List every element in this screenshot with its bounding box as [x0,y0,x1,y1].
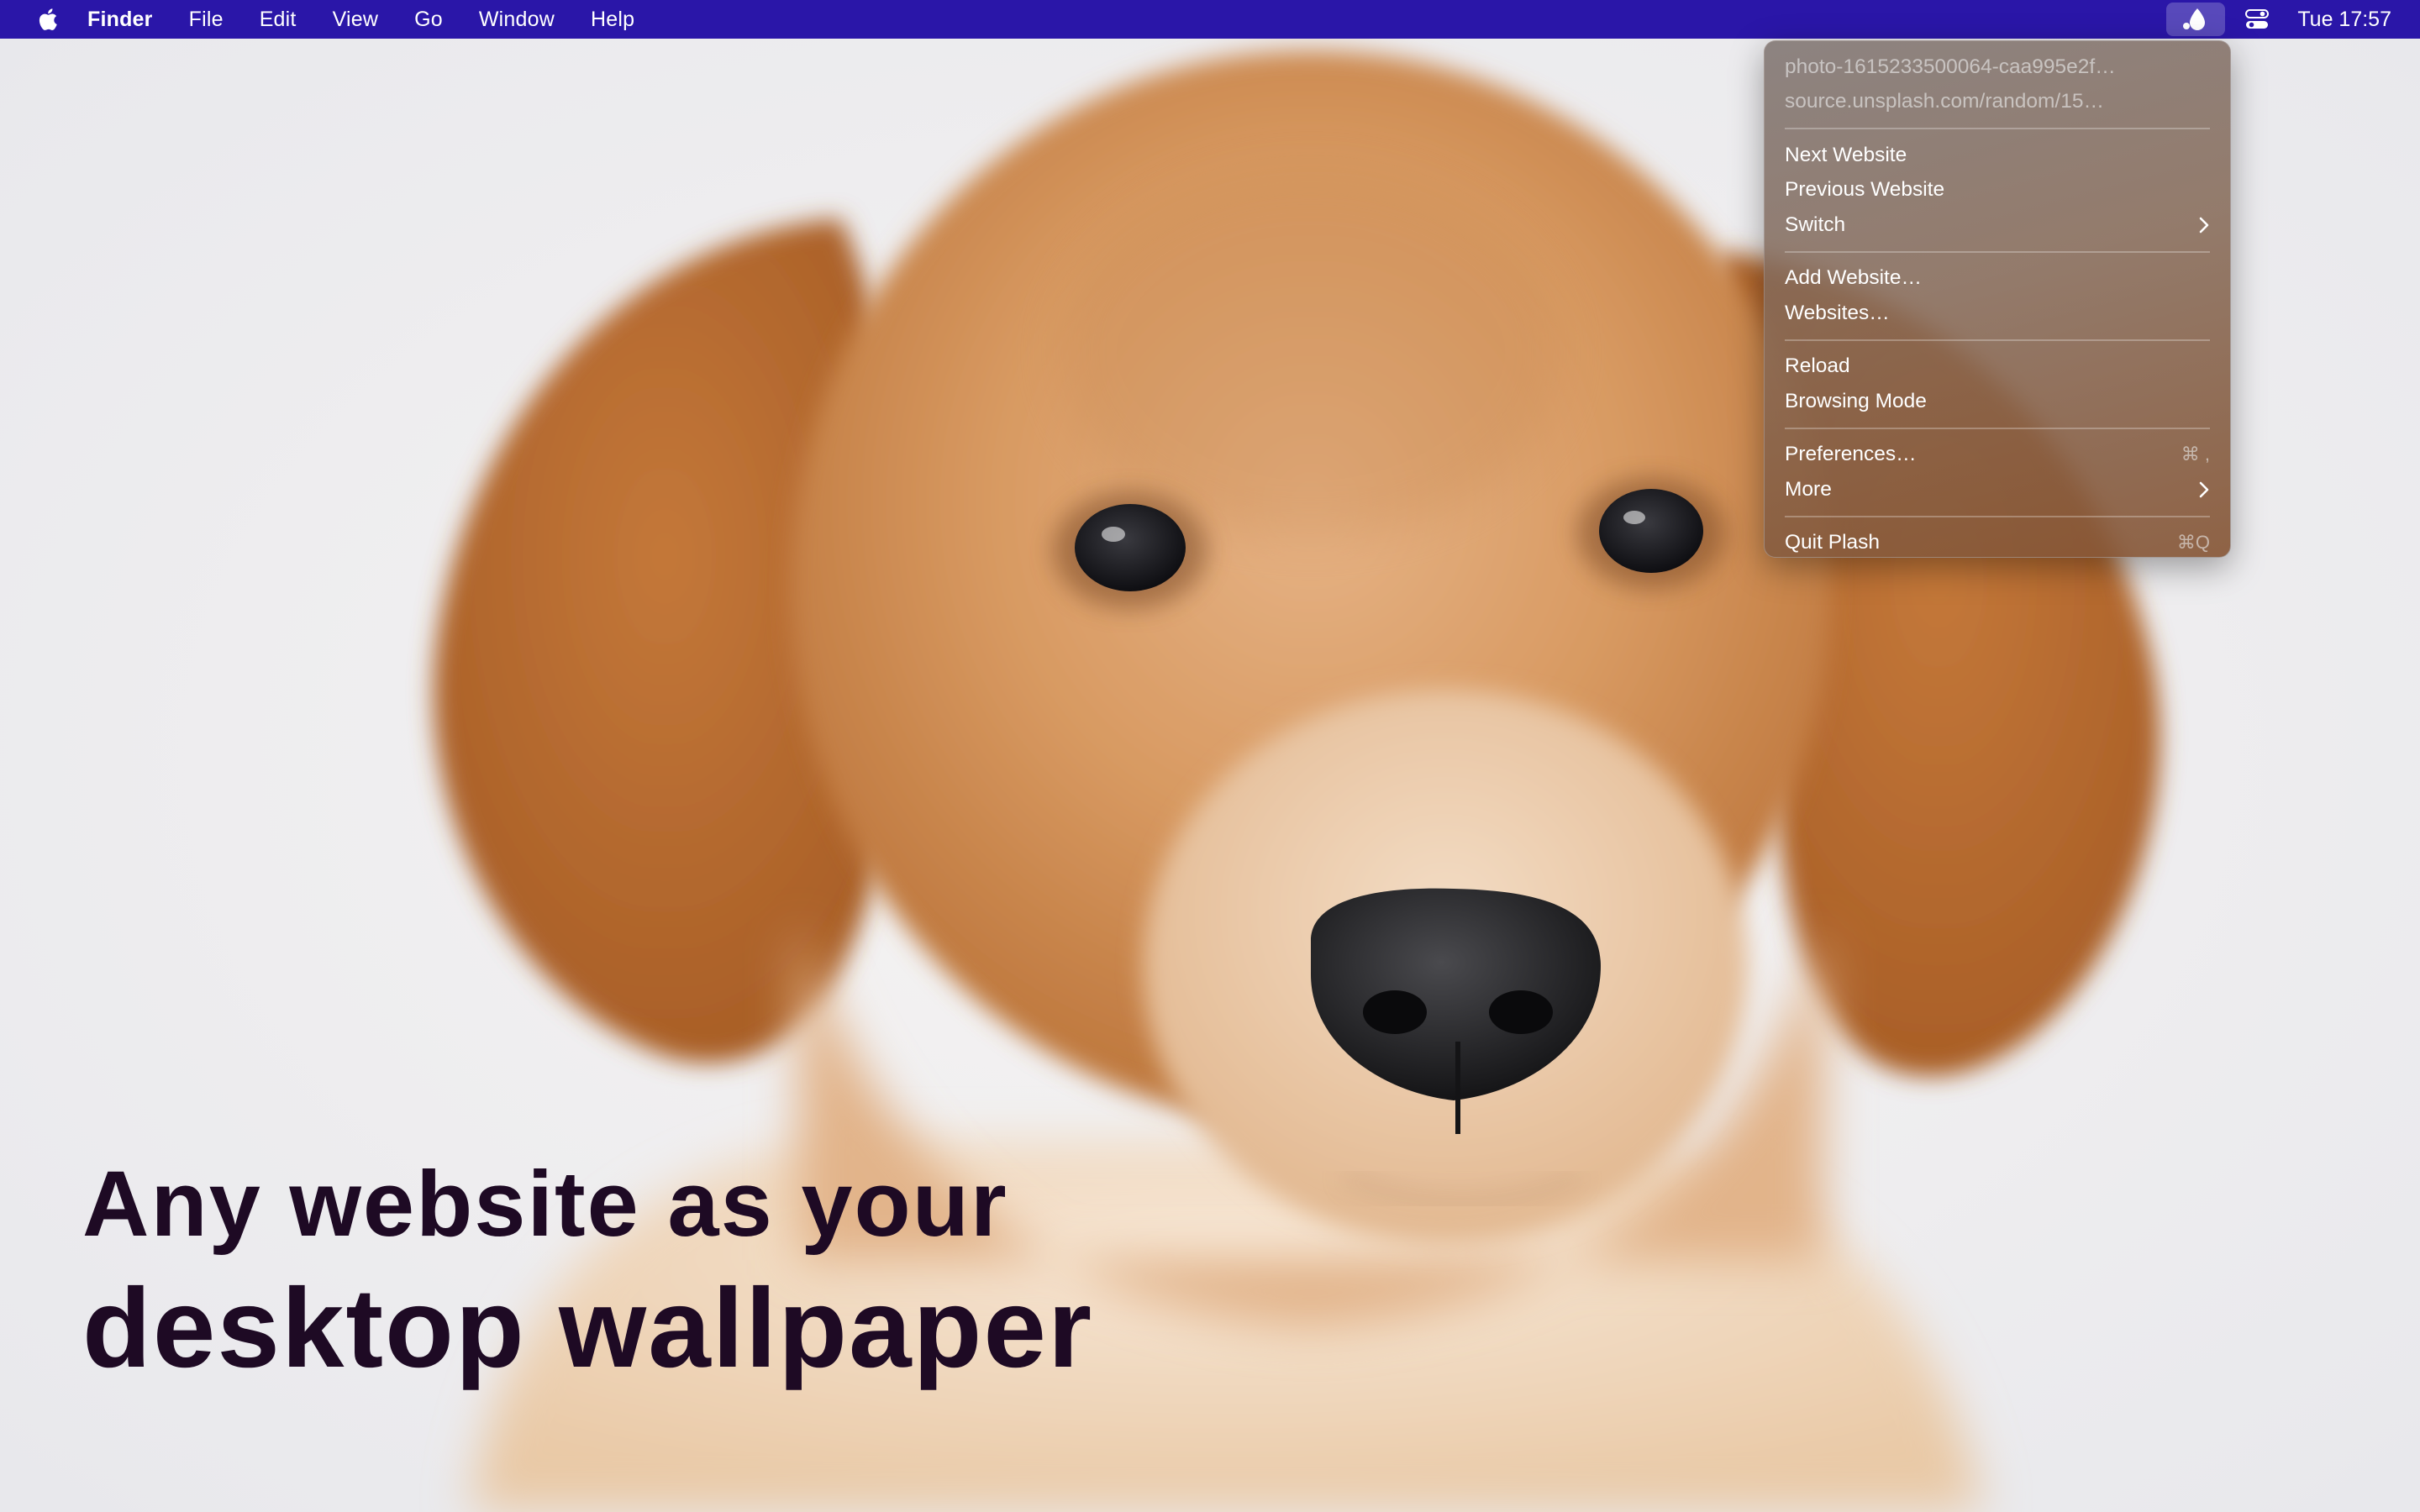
plash-dropdown-menu: photo-1615233500064-caa995e2f… source.un… [1764,40,2231,558]
menu-item-switch[interactable]: Switch [1785,207,2210,243]
menubar-clock[interactable]: Tue 17:57 [2297,8,2391,32]
menu-bar: Finder File Edit View Go Window Help Tue… [0,0,2420,39]
menu-item-more[interactable]: More [1785,472,2210,507]
headline-line-2: desktop wallpaper [82,1266,1094,1391]
menu-view[interactable]: View [333,8,379,32]
chevron-right-icon [2199,217,2209,234]
menu-item-preferences[interactable]: Preferences… ⌘ , [1785,438,2210,473]
plash-menubar-button[interactable] [2166,3,2226,36]
menu-separator [1785,128,2210,129]
chevron-right-icon [2199,481,2209,498]
menu-item-browsing-mode[interactable]: Browsing Mode [1785,384,2210,419]
menu-separator [1785,515,2210,517]
menu-item-quit-plash[interactable]: Quit Plash ⌘Q [1785,526,2210,558]
menu-separator [1785,250,2210,253]
preferences-shortcut: ⌘ , [2181,444,2210,465]
right-eye [1577,478,1725,589]
menu-item-websites[interactable]: Websites… [1785,296,2210,331]
current-website-title: photo-1615233500064-caa995e2f… [1785,55,2116,78]
control-center-icon[interactable] [2240,3,2274,36]
left-eye [1053,491,1207,609]
apple-logo-icon[interactable] [32,3,62,36]
plash-drop-icon [2183,8,2206,30]
menu-go[interactable]: Go [414,8,443,32]
headline-line-1: Any website as your [82,1152,1008,1256]
menu-item-previous-website[interactable]: Previous Website [1785,173,2210,208]
menu-item-reload[interactable]: Reload [1785,349,2210,385]
quit-shortcut: ⌘Q [2176,532,2210,554]
current-website-url: source.unsplash.com/random/15… [1785,90,2104,113]
menu-separator [1785,339,2210,341]
menu-file[interactable]: File [189,8,224,32]
app-menu-finder[interactable]: Finder [87,8,153,32]
menu-item-next-website[interactable]: Next Website [1785,138,2210,173]
menu-window[interactable]: Window [479,8,555,32]
menu-separator [1785,427,2210,429]
menu-edit[interactable]: Edit [260,8,297,32]
menu-item-add-website[interactable]: Add Website… [1785,261,2210,297]
menu-help[interactable]: Help [591,8,634,32]
